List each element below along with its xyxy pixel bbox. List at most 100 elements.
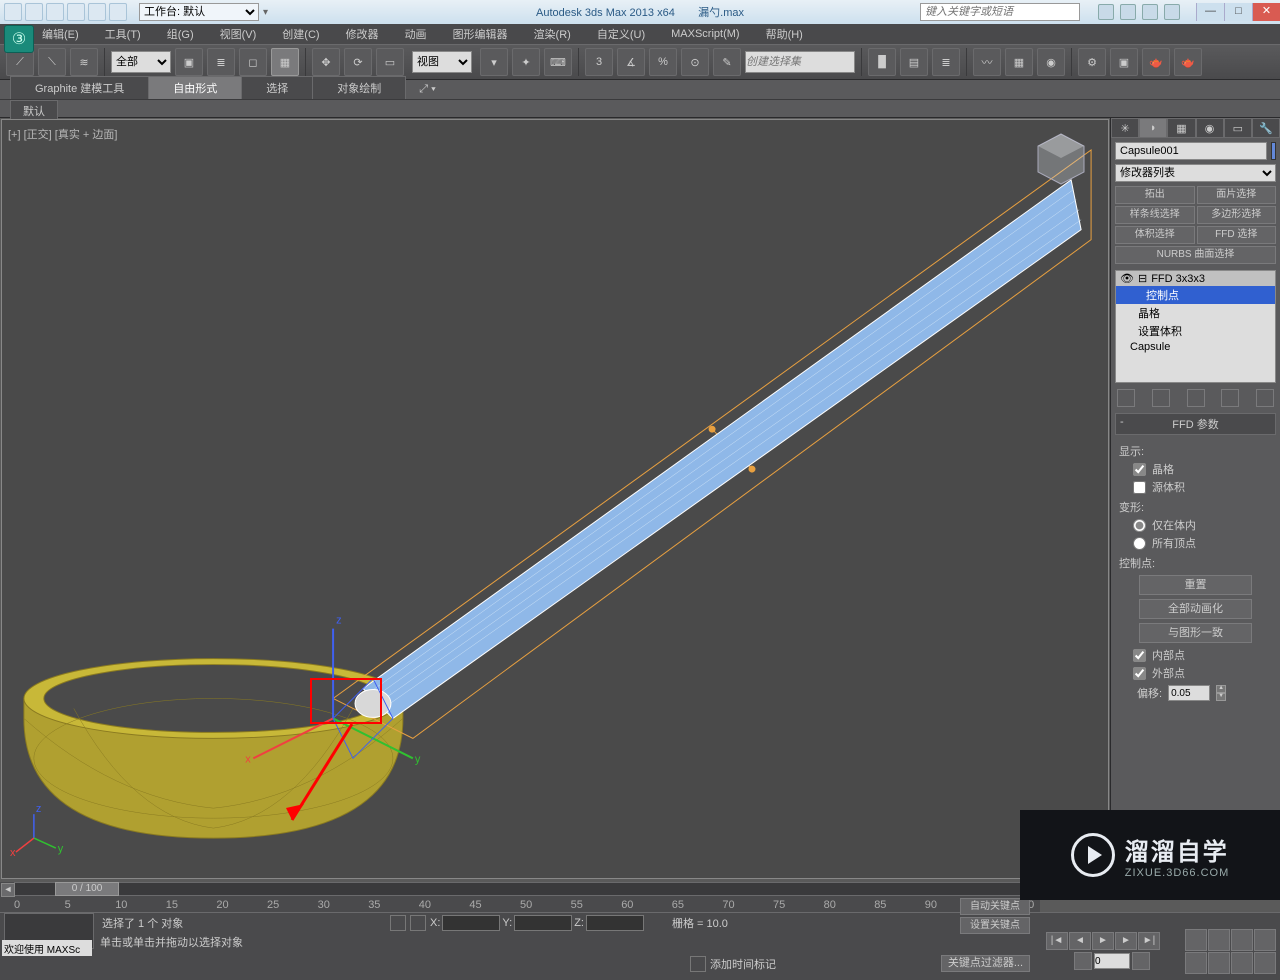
stack-base-capsule[interactable]: Capsule xyxy=(1116,340,1275,354)
stack-sub-set-volume[interactable]: 设置体积 xyxy=(1116,322,1275,340)
menu-anim[interactable]: 动画 xyxy=(401,24,431,44)
menu-create[interactable]: 创建(C) xyxy=(278,24,323,44)
bind-spacewarp-icon[interactable]: ≋ xyxy=(70,48,98,76)
pan-icon[interactable] xyxy=(1185,929,1207,951)
qat-project-icon[interactable] xyxy=(109,3,127,21)
frame-input[interactable] xyxy=(1094,953,1130,969)
manipulate-icon[interactable]: ✦ xyxy=(512,48,540,76)
edit-named-sel-icon[interactable]: ✎ xyxy=(713,48,741,76)
time-tag-icon[interactable] xyxy=(690,956,706,972)
angle-snap-icon[interactable]: ∡ xyxy=(617,48,645,76)
ribbon-expand-icon[interactable]: ⤢ ▾ xyxy=(411,80,443,99)
curve-editor-icon[interactable]: 〰 xyxy=(973,48,1001,76)
script-listener-hint[interactable]: 欢迎使用 MAXSc xyxy=(2,940,92,956)
qat-new-icon[interactable] xyxy=(4,3,22,21)
tab-selection[interactable]: 选择 xyxy=(241,76,313,99)
spinner-arrows[interactable]: ▲▼ xyxy=(1216,685,1226,701)
stack-modifier-ffd[interactable]: 👁 ⊟ FFD 3x3x3 xyxy=(1116,271,1275,286)
rollup-toggle-icon[interactable]: - xyxy=(1120,416,1124,428)
btn-nurbs-sel[interactable]: NURBS 曲面选择 xyxy=(1115,246,1276,264)
close-button[interactable]: ✕ xyxy=(1252,3,1280,21)
modifier-list-dropdown[interactable]: 修改器列表 xyxy=(1115,164,1276,182)
qat-open-icon[interactable] xyxy=(25,3,43,21)
tab-graphite[interactable]: Graphite 建模工具 xyxy=(10,76,149,99)
eye-icon[interactable]: 👁 xyxy=(1120,272,1134,285)
menu-help[interactable]: 帮助(H) xyxy=(762,24,807,44)
maximize-button[interactable]: □ xyxy=(1224,3,1252,21)
render-setup-icon[interactable]: ⚙ xyxy=(1078,48,1106,76)
qat-undo-icon[interactable] xyxy=(67,3,85,21)
select-region-icon[interactable]: ◻ xyxy=(239,48,267,76)
window-crossing-icon[interactable]: ▦ xyxy=(271,48,299,76)
stack-sub-lattice[interactable]: 晶格 xyxy=(1116,304,1275,322)
play-icon[interactable]: ► xyxy=(1092,932,1114,950)
auto-key-button[interactable]: 自动关键点 xyxy=(960,898,1030,915)
material-editor-icon[interactable]: ◉ xyxy=(1037,48,1065,76)
menu-group[interactable]: 组(G) xyxy=(163,24,198,44)
check-inner-points[interactable]: 内部点 xyxy=(1133,647,1272,663)
menu-tools[interactable]: 工具(T) xyxy=(101,24,145,44)
coord-x-input[interactable] xyxy=(442,915,500,931)
tab-motion-icon[interactable]: ◉ xyxy=(1196,118,1224,138)
btn-poly-sel[interactable]: 多边形选择 xyxy=(1197,206,1277,224)
pivot-center-icon[interactable]: ▾ xyxy=(480,48,508,76)
check-lattice[interactable]: 晶格 xyxy=(1133,461,1272,477)
next-frame-icon[interactable]: ► xyxy=(1115,932,1137,950)
prev-frame-icon[interactable]: ◄ xyxy=(1069,932,1091,950)
menu-render[interactable]: 渲染(R) xyxy=(530,24,575,44)
tab-create-icon[interactable]: ✳ xyxy=(1111,118,1139,138)
zoom-extents-icon[interactable] xyxy=(1231,929,1253,951)
minimize-button[interactable]: — xyxy=(1196,3,1224,21)
rollup-ffd-params[interactable]: - FFD 参数 xyxy=(1115,413,1276,435)
max-toggle-icon[interactable] xyxy=(1231,952,1253,974)
layer-manager-icon[interactable]: ≣ xyxy=(932,48,960,76)
workspace-dropdown[interactable]: 工作台: 默认 xyxy=(139,3,259,21)
viewcube-icon[interactable] xyxy=(1026,126,1096,196)
subscription-icon[interactable] xyxy=(1098,4,1114,20)
make-unique-icon[interactable] xyxy=(1187,389,1205,407)
time-slider-thumb[interactable]: 0 / 100 xyxy=(55,882,119,896)
orbit-icon[interactable] xyxy=(1208,952,1230,974)
viewport-label[interactable]: [+] [正交] [真实 + 边面] xyxy=(8,126,117,142)
key-mode-icon[interactable] xyxy=(1074,952,1092,970)
lock-selection-icon[interactable] xyxy=(390,915,406,931)
btn-vol-sel[interactable]: 体积选择 xyxy=(1115,226,1195,244)
named-selection-input[interactable] xyxy=(745,51,855,73)
viewport[interactable]: [+] [正交] [真实 + 边面] xyxy=(1,119,1109,879)
menu-view[interactable]: 视图(V) xyxy=(216,24,261,44)
qat-save-icon[interactable] xyxy=(46,3,64,21)
align-icon[interactable]: ▤ xyxy=(900,48,928,76)
goto-end-icon[interactable]: ►| xyxy=(1138,932,1160,950)
workspace-selector[interactable]: 工作台: 默认 ▾ xyxy=(139,3,268,21)
time-config-icon[interactable] xyxy=(1132,952,1150,970)
stack-sub-control-points[interactable]: 控制点 xyxy=(1116,286,1275,304)
add-time-tag[interactable]: 添加时间标记 xyxy=(690,956,776,972)
zoom-icon[interactable] xyxy=(1208,929,1230,951)
menu-modifier[interactable]: 修改器 xyxy=(342,24,383,44)
check-source-volume[interactable]: 源体积 xyxy=(1133,479,1272,495)
tab-hierarchy-icon[interactable]: ▦ xyxy=(1167,118,1195,138)
select-object-icon[interactable]: ▣ xyxy=(175,48,203,76)
qat-redo-icon[interactable] xyxy=(88,3,106,21)
rotate-icon[interactable]: ⟳ xyxy=(344,48,372,76)
set-key-button[interactable]: 设置关键点 xyxy=(960,917,1030,934)
coord-z-input[interactable] xyxy=(586,915,644,931)
offset-input[interactable] xyxy=(1168,685,1210,701)
select-by-name-icon[interactable]: ≣ xyxy=(207,48,235,76)
ref-coord-dropdown[interactable]: 视图 xyxy=(412,51,472,73)
time-prev-icon[interactable]: ◄ xyxy=(1,883,15,897)
radio-only-in-volume[interactable]: 仅在体内 xyxy=(1133,517,1272,533)
fov-icon[interactable] xyxy=(1254,929,1276,951)
mirror-icon[interactable]: ▐▌ xyxy=(868,48,896,76)
menu-graph[interactable]: 图形编辑器 xyxy=(449,24,512,44)
expand-icon[interactable]: ⊟ xyxy=(1138,272,1147,285)
btn-conform-shape[interactable]: 与图形一致 xyxy=(1139,623,1252,643)
pan-2-icon[interactable] xyxy=(1254,952,1276,974)
schematic-view-icon[interactable]: ▦ xyxy=(1005,48,1033,76)
rendered-frame-icon[interactable]: ▣ xyxy=(1110,48,1138,76)
coord-y-input[interactable] xyxy=(514,915,572,931)
move-icon[interactable]: ✥ xyxy=(312,48,340,76)
menu-edit[interactable]: 编辑(E) xyxy=(38,24,83,44)
btn-ffd-sel[interactable]: FFD 选择 xyxy=(1197,226,1277,244)
object-name-input[interactable] xyxy=(1115,142,1267,160)
